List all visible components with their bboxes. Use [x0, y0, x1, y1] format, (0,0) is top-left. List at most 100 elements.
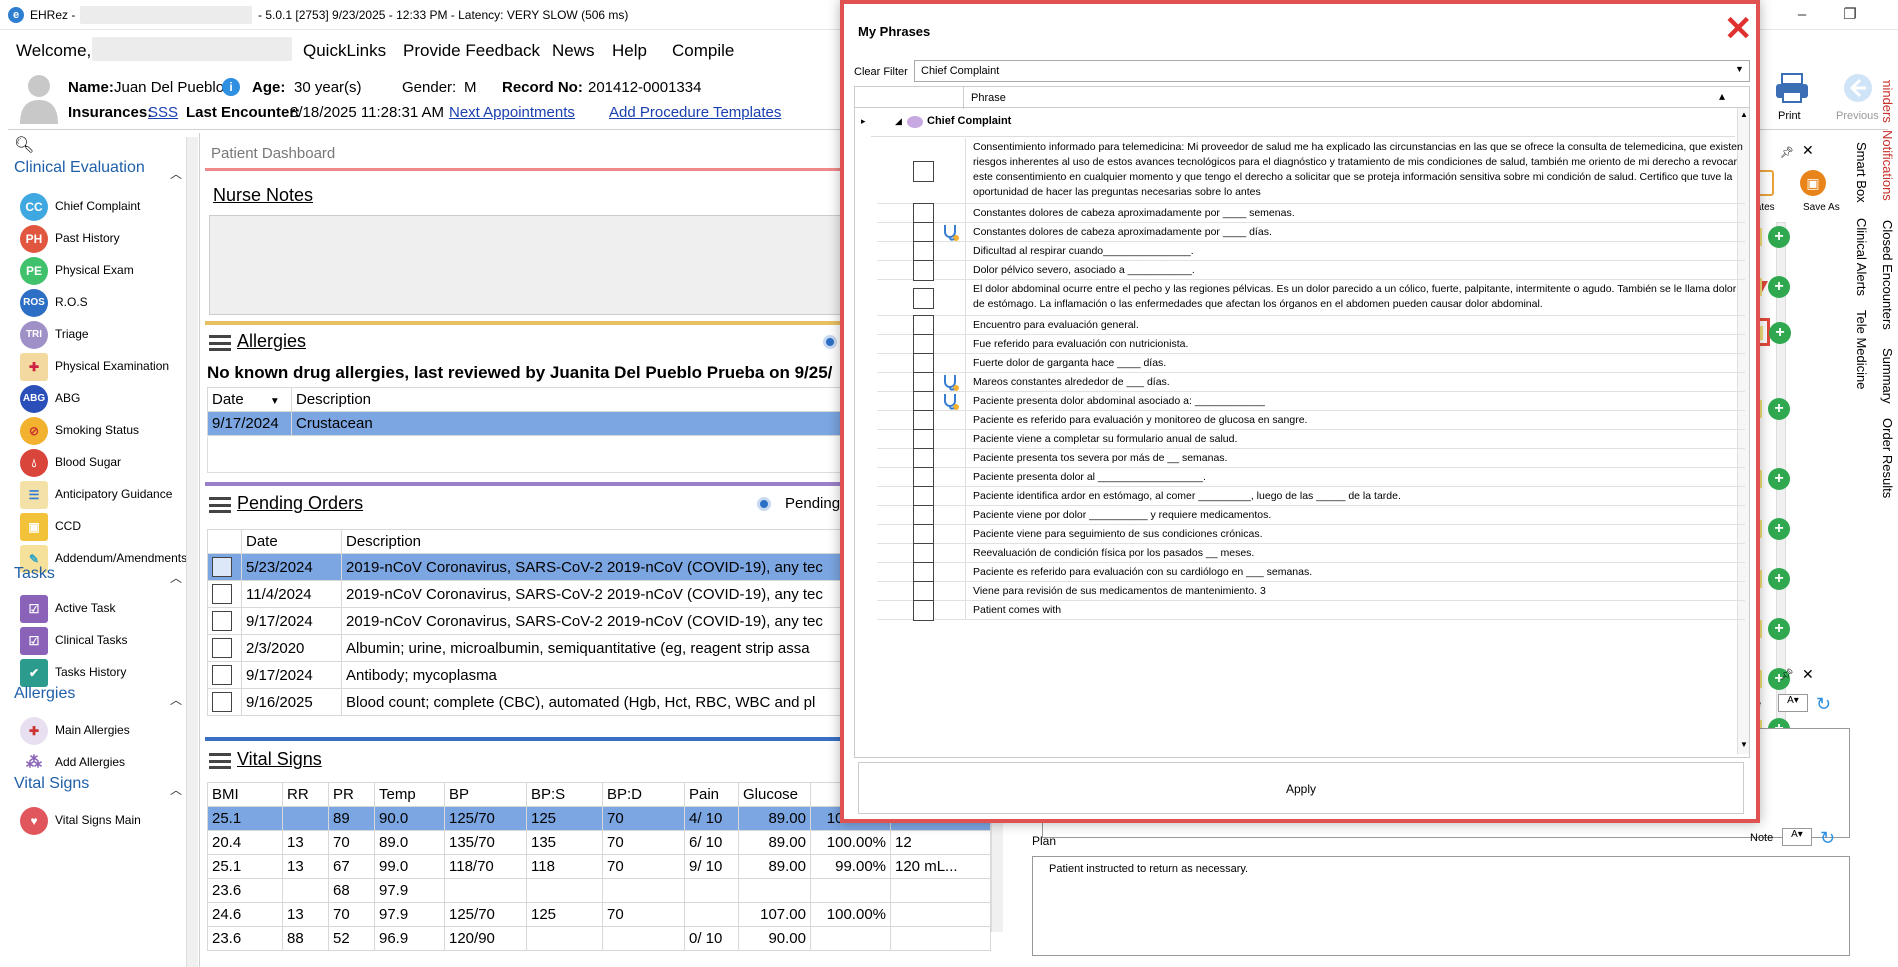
- phrase-row[interactable]: Paciente viene para seguimiento de sus c…: [877, 524, 1745, 545]
- previous-icon[interactable]: [1842, 72, 1874, 104]
- tab-order-results[interactable]: Order Results: [1880, 418, 1895, 498]
- section-allergies[interactable]: Allergies: [14, 685, 75, 703]
- radio-icon[interactable]: [757, 497, 771, 511]
- menu-quicklinks[interactable]: QuickLinks: [303, 41, 386, 61]
- pending-orders-title[interactable]: Pending Orders: [237, 493, 363, 514]
- phrase-row[interactable]: Patient comes with: [877, 600, 1745, 621]
- phrase-checkbox[interactable]: [913, 161, 934, 182]
- table-row[interactable]: 25.1 13 67 99.0 118/70 118 70 9/ 10 89.00 99.00% 1…: [207, 854, 991, 879]
- close-icon[interactable]: ✕: [1724, 12, 1753, 46]
- scroll-down-icon[interactable]: ▼: [1740, 740, 1748, 749]
- nav-smoking-status[interactable]: ⊘ Smoking Status: [14, 413, 194, 447]
- table-row[interactable]: 20.4 13 70 89.0 135/70 135 70 6/ 10 89.00 100.00%…: [207, 830, 991, 855]
- nav-ros[interactable]: ROS R.O.S: [14, 285, 194, 319]
- table-row[interactable]: 23.6 68 97.9: [207, 878, 991, 903]
- nav-physical-exam[interactable]: PE Physical Exam: [14, 253, 194, 287]
- section-clinical-evaluation[interactable]: Clinical Evaluation: [14, 159, 145, 177]
- chevron-up-icon[interactable]: ︿: [170, 691, 182, 708]
- tab-tele-medicine[interactable]: Tele Medicine: [1854, 310, 1869, 390]
- phrase-row[interactable]: Paciente identifica ardor en estómago, a…: [877, 486, 1745, 507]
- phrase-row[interactable]: Reevaluación de condición física por los…: [877, 543, 1745, 564]
- refresh-icon[interactable]: ↻: [1820, 828, 1835, 849]
- phrase-row[interactable]: Paciente presenta dolor al _____________…: [877, 467, 1745, 488]
- nav-active-task[interactable]: ☑ Active Task: [14, 591, 194, 625]
- nav-add-allergies[interactable]: ⁂ Add Allergies: [14, 745, 194, 779]
- nav-physical-examination[interactable]: ✚ Physical Examination: [14, 349, 194, 383]
- chevron-up-icon[interactable]: ︿: [170, 165, 182, 182]
- phrase-row[interactable]: Consentimiento informado para telemedici…: [877, 138, 1745, 204]
- allergies-title[interactable]: Allergies: [237, 331, 306, 352]
- insurance-link[interactable]: SSS: [148, 104, 178, 121]
- phrase-checkbox[interactable]: [913, 315, 934, 336]
- phrase-checkbox[interactable]: [913, 241, 934, 262]
- nav-vital-signs-main[interactable]: ♥ Vital Signs Main: [14, 803, 194, 837]
- plan-textarea[interactable]: Patient instructed to return as necessar…: [1032, 856, 1850, 956]
- vital-signs-title[interactable]: Vital Signs: [237, 749, 322, 770]
- phrase-checkbox[interactable]: [913, 260, 934, 281]
- column-bpd[interactable]: BP:D: [602, 782, 685, 807]
- row-checkbox[interactable]: [212, 611, 232, 631]
- phrase-row[interactable]: Encuentro para evaluación general.: [877, 315, 1745, 336]
- phrase-checkbox[interactable]: [913, 467, 934, 488]
- column-temp[interactable]: Temp: [374, 782, 445, 807]
- menu-news[interactable]: News: [552, 41, 595, 61]
- left-nav-scrollbar[interactable]: [186, 137, 198, 967]
- phrase-row[interactable]: El dolor abdominal ocurre entre el pecho…: [877, 280, 1745, 316]
- close-panel-icon[interactable]: ✕: [1802, 666, 1814, 683]
- group-collapse-icon[interactable]: ◢: [895, 116, 902, 127]
- save-as-icon[interactable]: ▣: [1800, 170, 1826, 196]
- phrase-row[interactable]: Constantes dolores de cabeza aproximadam…: [877, 222, 1745, 243]
- apply-button[interactable]: Apply: [858, 762, 1744, 814]
- add-circle-icon[interactable]: +: [1768, 468, 1790, 490]
- phrase-row[interactable]: Viene para revisión de sus medicamentos …: [877, 581, 1745, 602]
- phrase-row[interactable]: Fue referido para evaluación con nutrici…: [877, 334, 1745, 355]
- minimize-icon[interactable]: –: [1782, 4, 1822, 26]
- menu-icon[interactable]: [209, 335, 231, 351]
- nav-blood-sugar[interactable]: 💧︎ Blood Sugar: [14, 445, 194, 479]
- radio-icon[interactable]: [823, 335, 837, 349]
- phrase-row[interactable]: Paciente presenta tos severa por más de …: [877, 448, 1745, 469]
- column-phrase[interactable]: Phrase: [971, 92, 1006, 104]
- add-circle-icon[interactable]: +: [1768, 568, 1790, 590]
- phrase-row[interactable]: Paciente viene a completar su formulario…: [877, 429, 1745, 450]
- phrase-row[interactable]: Paciente es referido para evaluación con…: [877, 562, 1745, 583]
- tab-closed-encounters[interactable]: Closed Encounters: [1880, 220, 1895, 330]
- nav-chief-complaint[interactable]: CC Chief Complaint: [14, 189, 194, 223]
- menu-help[interactable]: Help: [612, 41, 647, 61]
- phrase-checkbox[interactable]: [913, 524, 934, 545]
- format-dropdown[interactable]: A▾: [1782, 828, 1812, 846]
- phrase-checkbox[interactable]: [913, 353, 934, 374]
- column-bps[interactable]: BP:S: [526, 782, 603, 807]
- column-date[interactable]: Date: [241, 529, 342, 554]
- menu-icon[interactable]: [209, 497, 231, 513]
- add-circle-icon[interactable]: +: [1768, 226, 1790, 248]
- nav-ccd[interactable]: ▣ CCD: [14, 509, 194, 543]
- row-checkbox[interactable]: [212, 638, 232, 658]
- pin-icon[interactable]: 📌︎: [1780, 146, 1794, 159]
- phrase-row[interactable]: Dificultad al respirar cuando___________…: [877, 241, 1745, 262]
- add-circle-icon[interactable]: +: [1768, 398, 1790, 420]
- column-date[interactable]: Date ▼: [207, 387, 292, 412]
- phrase-checkbox[interactable]: [913, 372, 934, 393]
- phrase-checkbox[interactable]: [913, 222, 934, 243]
- tab-clinical-alerts[interactable]: Clinical Alerts: [1854, 218, 1869, 296]
- row-checkbox[interactable]: [212, 557, 232, 577]
- phrase-checkbox[interactable]: [913, 288, 934, 309]
- print-icon[interactable]: [1774, 72, 1810, 104]
- table-row[interactable]: 24.6 13 70 97.9 125/70 125 70 107.00 100.00%: [207, 902, 991, 927]
- chevron-down-icon[interactable]: ▼: [1735, 64, 1744, 74]
- phrase-row[interactable]: Dolor pélvico severo, asociado a _______…: [877, 260, 1745, 281]
- filter-dropdown[interactable]: Chief Complaint ▼: [914, 60, 1750, 82]
- nav-clinical-tasks[interactable]: ☑ Clinical Tasks: [14, 623, 194, 657]
- phrase-row[interactable]: Constantes dolores de cabeza aproximadam…: [877, 203, 1745, 224]
- format-dropdown[interactable]: A▾: [1778, 694, 1808, 712]
- tab-smart-box[interactable]: Smart Box: [1854, 142, 1869, 203]
- column-pr[interactable]: PR: [328, 782, 375, 807]
- phrase-row[interactable]: Paciente es referido para evaluación y m…: [877, 410, 1745, 431]
- phrase-checkbox[interactable]: [913, 410, 934, 431]
- phrase-row[interactable]: Paciente viene por dolor __________ y re…: [877, 505, 1745, 526]
- nurse-notes-title[interactable]: Nurse Notes: [213, 185, 313, 206]
- section-tasks[interactable]: Tasks: [14, 565, 55, 583]
- sort-down-icon[interactable]: ▼: [270, 396, 280, 407]
- expand-icon[interactable]: ▸: [861, 116, 866, 127]
